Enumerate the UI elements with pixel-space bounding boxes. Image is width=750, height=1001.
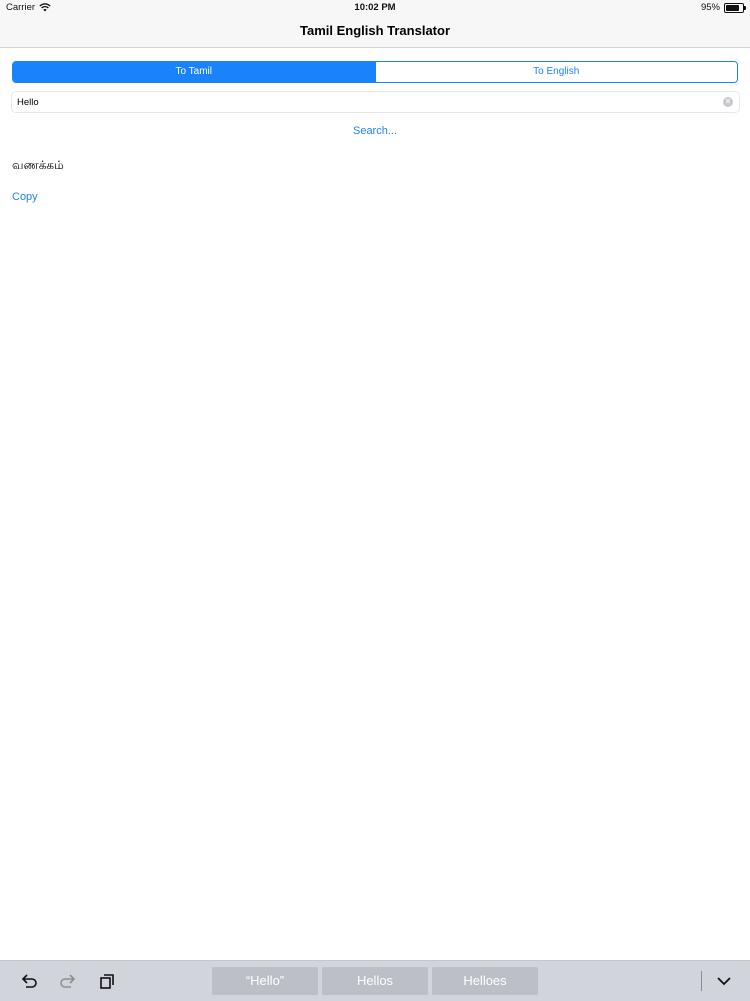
copy-button[interactable]: Copy [12,191,38,203]
battery-percent: 95% [700,2,720,13]
dismiss-keyboard-icon[interactable] [714,971,734,991]
segment-to-english[interactable]: To English [374,62,737,82]
suggestion-1[interactable]: “Hello” [212,967,318,995]
divider [701,971,702,991]
battery-icon [724,2,746,13]
undo-icon[interactable] [19,971,39,991]
suggestion-2[interactable]: Hellos [322,967,428,995]
redo-icon[interactable] [58,971,78,991]
suggestion-3[interactable]: Helloes [432,967,538,995]
paste-icon[interactable] [97,971,117,991]
search-field: ✕ [11,91,740,113]
translation-result: வணக்கம் [12,158,64,172]
battery-fill [726,4,739,11]
translation-direction-control: To Tamil To English [12,61,738,83]
page-title: Tamil English Translator [299,23,450,38]
keyboard-shortcut-bar: “Hello” Hellos Helloes [0,960,750,1001]
status-bar: Carrier 10:02 PM 95% [0,0,750,16]
search-button[interactable]: Search... [0,125,750,137]
search-input[interactable] [17,93,707,111]
segment-to-tamil[interactable]: To Tamil [13,62,375,82]
status-time: 10:02 PM [354,2,396,13]
navigation-bar: Tamil English Translator [0,16,750,48]
clear-icon[interactable]: ✕ [723,97,733,107]
